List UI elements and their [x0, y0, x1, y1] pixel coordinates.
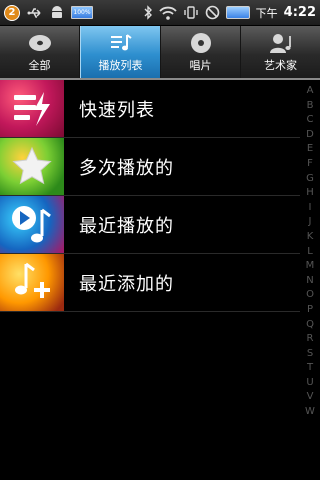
recent-added-icon: [0, 254, 64, 311]
tab-playlists-label: 播放列表: [98, 59, 143, 72]
index-letter[interactable]: R: [307, 332, 314, 347]
index-letter[interactable]: F: [307, 157, 313, 172]
battery-status-label: 100%: [73, 9, 91, 16]
disc-icon: [27, 32, 53, 54]
list-item[interactable]: 多次播放的: [0, 138, 300, 196]
artist-icon: [268, 32, 294, 54]
star-icon: [0, 138, 64, 195]
vibrate-icon: [183, 6, 198, 19]
android-icon: [52, 6, 62, 18]
battery-icon: [225, 6, 250, 19]
index-letter[interactable]: A: [307, 84, 314, 99]
index-letter[interactable]: M: [306, 259, 315, 274]
ampm-label: 下午: [255, 6, 278, 20]
list-item[interactable]: 最近添加的: [0, 254, 300, 312]
bluetooth-icon: [144, 5, 152, 20]
album-icon: [188, 32, 214, 54]
list-item[interactable]: 快速列表: [0, 80, 300, 138]
clock: 4:22: [283, 5, 316, 20]
index-letter[interactable]: I: [309, 201, 312, 216]
tab-bar: 全部 播放列表 唱片 艺术家: [0, 26, 320, 80]
status-bar-right: 下午 4:22: [143, 3, 316, 22]
tab-albums-label: 唱片: [189, 59, 212, 72]
tab-artists-label: 艺术家: [264, 59, 297, 72]
list-item-label: 最近添加的: [79, 273, 174, 295]
index-letter[interactable]: W: [305, 405, 315, 420]
list-item-label: 多次播放的: [79, 157, 174, 179]
index-letter[interactable]: P: [307, 303, 313, 318]
status-bar-left: 2 100%: [4, 3, 93, 22]
no-sound-icon: [205, 5, 219, 20]
index-letter[interactable]: L: [307, 245, 313, 260]
playlist-icon: [108, 32, 134, 54]
list-item[interactable]: 最近播放的: [0, 196, 300, 254]
index-letter[interactable]: K: [307, 230, 314, 245]
tab-albums[interactable]: 唱片: [161, 26, 241, 78]
index-letter[interactable]: G: [306, 172, 314, 187]
usb-icon: [27, 7, 41, 18]
index-letter[interactable]: V: [307, 390, 314, 405]
tab-artists[interactable]: 艺术家: [241, 26, 320, 78]
recent-played-icon: [0, 196, 64, 253]
list-item-label: 快速列表: [79, 99, 155, 121]
index-letter[interactable]: O: [306, 288, 314, 303]
index-letter[interactable]: B: [307, 99, 314, 114]
index-letter[interactable]: U: [306, 376, 313, 391]
index-letter[interactable]: S: [307, 347, 313, 362]
tab-all[interactable]: 全部: [0, 26, 80, 78]
quick-list-icon: [0, 80, 64, 137]
alphabet-index[interactable]: A B C D E F G H I J K L M N O P Q R S T …: [302, 84, 318, 420]
index-letter[interactable]: E: [307, 142, 313, 157]
index-letter[interactable]: H: [306, 186, 314, 201]
notification-badge: 2: [4, 4, 20, 21]
index-letter[interactable]: N: [306, 274, 313, 289]
playlist-list: 快速列表 多次播放的 最近播放的 最近添加的: [0, 80, 300, 312]
index-letter[interactable]: Q: [306, 318, 314, 333]
wifi-icon: [159, 6, 177, 20]
list-item-label: 最近播放的: [79, 215, 174, 237]
tab-playlists[interactable]: 播放列表: [80, 26, 161, 78]
battery-status-icon: 100%: [71, 6, 93, 19]
index-letter[interactable]: D: [306, 128, 314, 143]
index-letter[interactable]: T: [307, 361, 313, 376]
status-bar: 2 100% 下午 4:22: [0, 0, 320, 26]
tab-all-label: 全部: [28, 59, 51, 72]
index-letter[interactable]: C: [307, 113, 314, 128]
index-letter[interactable]: J: [309, 215, 312, 230]
